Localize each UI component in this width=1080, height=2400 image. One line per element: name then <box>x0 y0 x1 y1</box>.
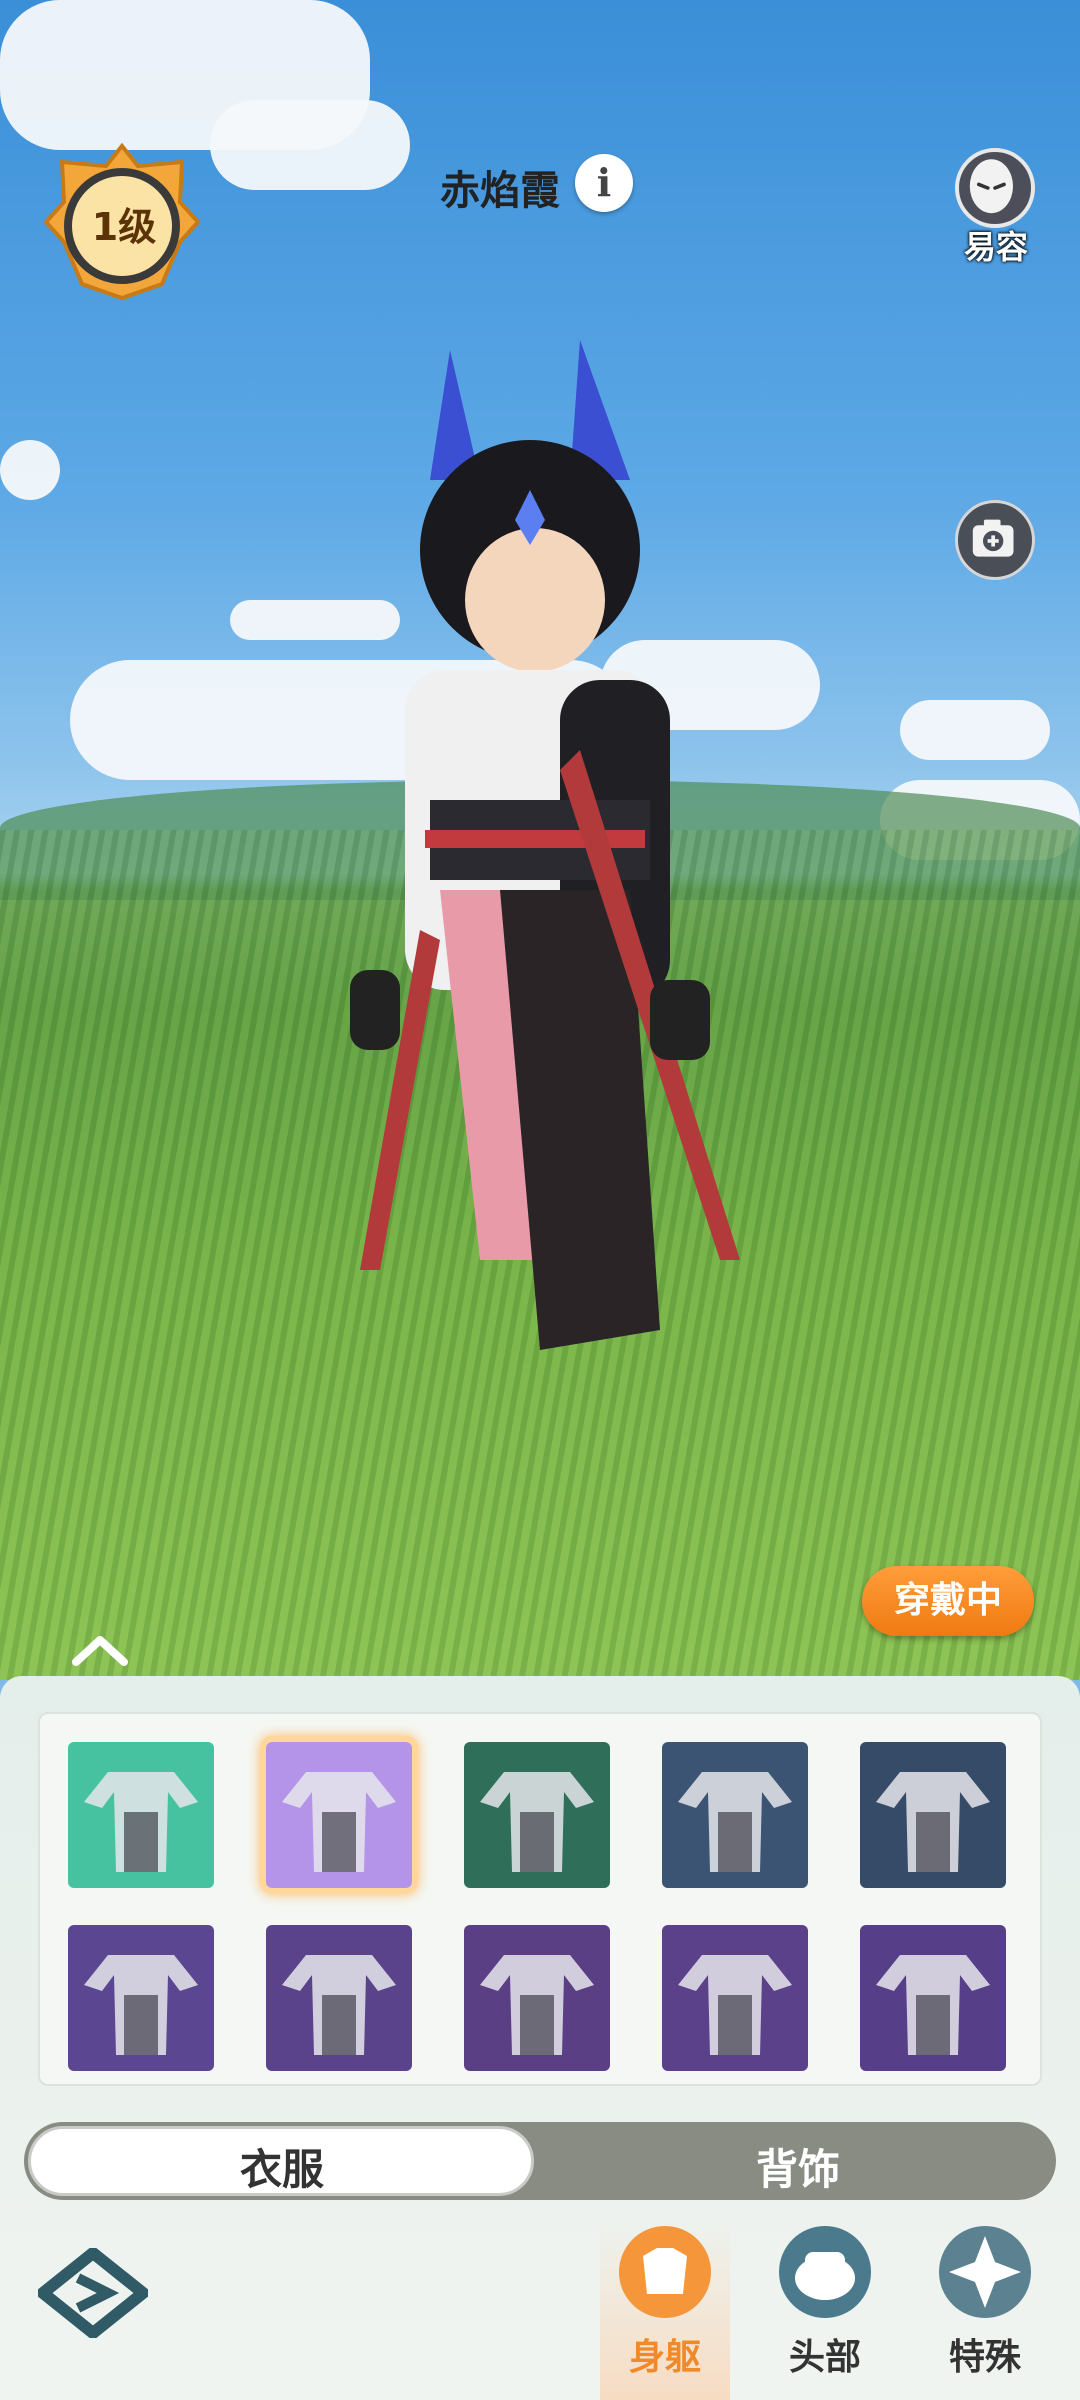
outfit-tile[interactable] <box>662 1925 808 2071</box>
nav-special[interactable]: 特殊 <box>920 2220 1050 2400</box>
disguise-button[interactable] <box>955 148 1035 228</box>
outfit-blue-gray-icon <box>876 1772 990 1872</box>
disguise-label: 易容 <box>963 228 1028 266</box>
outfit-tile[interactable] <box>860 1925 1006 2071</box>
outfit-tile[interactable] <box>260 1736 418 1894</box>
character-name: 赤焰霞 <box>440 168 560 214</box>
game-logo-icon[interactable] <box>38 2248 148 2338</box>
outfit-tile[interactable] <box>68 1742 214 1888</box>
nav-head-label: 头部 <box>788 2337 861 2378</box>
camera-button[interactable] <box>955 500 1035 580</box>
outfit-tile[interactable] <box>464 1742 610 1888</box>
character-model[interactable] <box>330 330 750 1380</box>
equipped-badge: 穿戴中 <box>862 1566 1034 1636</box>
chevron-up-icon[interactable] <box>70 1630 130 1670</box>
outfit-teal-gold-icon <box>876 1955 990 2055</box>
outfit-tile[interactable] <box>68 1925 214 2071</box>
outfit-teal-white-icon <box>84 1772 198 1872</box>
outfit-orange-dark-icon <box>480 1955 594 2055</box>
outfit-tile[interactable] <box>266 1925 412 2071</box>
special-icon <box>939 2226 1031 2318</box>
outfit-gray-navy-icon <box>282 1955 396 2055</box>
face-mask-icon <box>969 159 1013 214</box>
tab-clothes-label: 衣服 <box>239 2145 324 2194</box>
cloud <box>0 440 60 500</box>
outfit-red-black-icon <box>678 1772 792 1872</box>
nav-head[interactable]: 头部 <box>760 2220 890 2400</box>
cloud <box>210 100 410 190</box>
camera-icon <box>972 519 1014 557</box>
body-icon <box>619 2226 711 2318</box>
outfit-yellow-white-icon <box>678 1955 792 2055</box>
outfit-tile[interactable] <box>464 1925 610 2071</box>
tab-back-accessory[interactable]: 背饰 <box>648 2136 948 2197</box>
outfit-tile[interactable] <box>662 1742 808 1888</box>
head-icon <box>779 2226 871 2318</box>
outfit-tile[interactable] <box>860 1742 1006 1888</box>
level-label: 1级 <box>91 205 157 249</box>
outfit-white-gold-icon <box>480 1772 594 1872</box>
outfit-pink-black-icon <box>282 1772 396 1872</box>
nav-special-label: 特殊 <box>948 2337 1021 2378</box>
nav-body[interactable]: 身躯 <box>600 2220 730 2400</box>
nav-body-label: 身躯 <box>628 2337 701 2378</box>
cloud <box>900 700 1050 760</box>
info-icon[interactable]: i <box>575 154 633 212</box>
outfit-gray-blue-icon <box>84 1955 198 2055</box>
